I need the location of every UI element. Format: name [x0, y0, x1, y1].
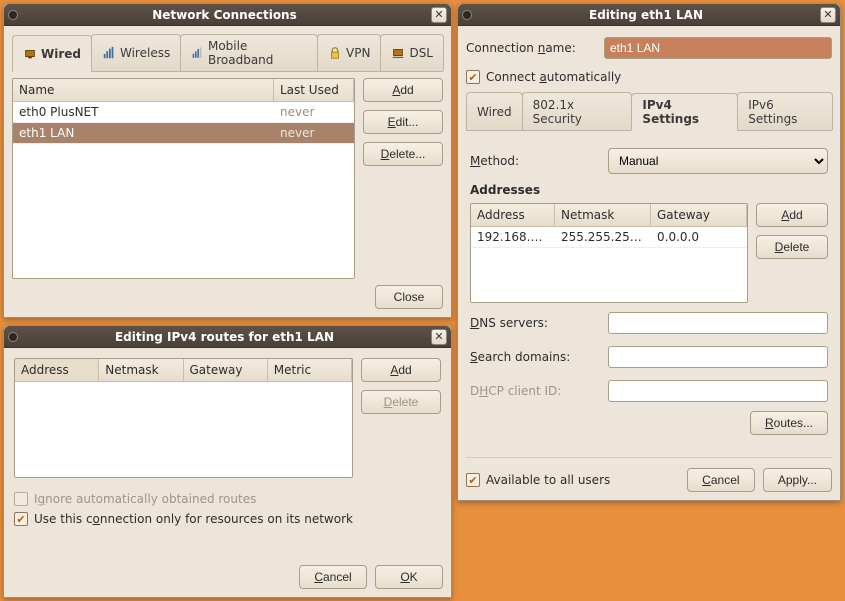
dhcp-client-id-input [608, 380, 828, 402]
row-name: eth0 PlusNET [13, 102, 274, 122]
gateway-cell: 0.0.0.0 [651, 227, 747, 247]
tab-wireless[interactable]: Wireless [91, 34, 181, 71]
routes-ok-button[interactable]: OK [375, 565, 443, 589]
routes-window: Editing IPv4 routes for eth1 LAN ✕ Addre… [3, 325, 452, 598]
col-last-used[interactable]: Last Used [274, 79, 354, 101]
col-netmask[interactable]: Netmask [99, 359, 183, 381]
wired-icon [23, 47, 37, 61]
available-all-label: Available to all users [486, 473, 610, 487]
row-last: never [274, 123, 354, 143]
edit-cancel-button[interactable]: Cancel [687, 468, 755, 492]
search-domains-input[interactable] [608, 346, 828, 368]
only-this-net-label: Use this connection only for resources o… [34, 512, 353, 526]
connection-type-tabs: Wired Wireless Mobile Broadband VPN DSL [12, 34, 443, 72]
mobile-icon [191, 46, 204, 60]
window-menu-icon[interactable] [8, 10, 18, 20]
list-header: Address Netmask Gateway Metric [15, 359, 352, 382]
titlebar[interactable]: Editing IPv4 routes for eth1 LAN ✕ [4, 326, 451, 348]
tab-wired[interactable]: Wired [12, 35, 92, 72]
list-row[interactable]: eth1 LAN never [13, 123, 354, 144]
close-icon[interactable]: ✕ [431, 7, 447, 23]
titlebar[interactable]: Editing eth1 LAN ✕ [458, 4, 840, 26]
network-connections-window: Network Connections ✕ Wired Wireless Mob… [3, 3, 452, 318]
route-delete-button: Delete [361, 390, 441, 414]
dns-label: DNS servers: [470, 316, 600, 330]
tab-wired-label: Wired [41, 47, 81, 61]
tab-wired-settings[interactable]: Wired [466, 92, 523, 130]
address-row[interactable]: 192.168.1.2 255.255.255.0 0.0.0.0 [471, 227, 747, 248]
row-last: never [274, 102, 354, 122]
method-select[interactable]: Manual [608, 148, 828, 174]
list-header: Name Last Used [13, 79, 354, 102]
wireless-icon [102, 46, 116, 60]
col-gateway[interactable]: Gateway [184, 359, 268, 381]
method-label: Method: [470, 154, 600, 168]
tab-dsl[interactable]: DSL [380, 34, 444, 71]
titlebar[interactable]: Network Connections ✕ [4, 4, 451, 26]
col-address[interactable]: Address [15, 359, 99, 381]
tab-vpn[interactable]: VPN [317, 34, 381, 71]
col-gateway[interactable]: Gateway [651, 204, 747, 226]
conn-name-input[interactable] [604, 37, 832, 59]
edit-apply-button[interactable]: Apply... [763, 468, 832, 492]
tab-wireless-label: Wireless [120, 46, 170, 60]
connect-auto-label: Connect automatically [486, 70, 621, 84]
tab-mobile-broadband[interactable]: Mobile Broadband [180, 34, 318, 71]
list-header: Address Netmask Gateway [471, 204, 747, 227]
available-all-checkbox[interactable] [466, 473, 480, 487]
edit-button[interactable]: Edit... [363, 110, 443, 134]
route-add-button[interactable]: Add [361, 358, 441, 382]
col-metric[interactable]: Metric [268, 359, 352, 381]
close-button[interactable]: Close [375, 285, 443, 309]
row-name: eth1 LAN [13, 123, 274, 143]
only-this-net-checkbox[interactable] [14, 512, 28, 526]
netmask-cell: 255.255.255.0 [555, 227, 651, 247]
dsl-icon [391, 46, 405, 60]
dns-input[interactable] [608, 312, 828, 334]
edit-connection-window: Editing eth1 LAN ✕ Connection name: Conn… [457, 3, 841, 501]
settings-tabs: Wired 802.1x Security IPv4 Settings IPv6… [466, 92, 832, 131]
lock-icon [328, 46, 342, 60]
routes-cancel-button[interactable]: Cancel [299, 565, 367, 589]
tab-vpn-label: VPN [346, 46, 370, 60]
window-title: Editing eth1 LAN [472, 8, 820, 22]
ignore-routes-label: Ignore automatically obtained routes [34, 492, 256, 506]
window-menu-icon[interactable] [8, 332, 18, 342]
col-address[interactable]: Address [471, 204, 555, 226]
addr-delete-button[interactable]: Delete [756, 235, 828, 259]
close-icon[interactable]: ✕ [820, 7, 836, 23]
addr-add-button[interactable]: Add [756, 203, 828, 227]
tab-ipv4[interactable]: IPv4 Settings [631, 93, 738, 131]
tab-mobile-label: Mobile Broadband [208, 39, 307, 67]
delete-button[interactable]: Delete... [363, 142, 443, 166]
addresses-list[interactable]: Address Netmask Gateway 192.168.1.2 255.… [470, 203, 748, 303]
connections-list[interactable]: Name Last Used eth0 PlusNET never eth1 L… [12, 78, 355, 279]
search-domains-label: Search domains: [470, 350, 600, 364]
col-name[interactable]: Name [13, 79, 274, 101]
ignore-routes-checkbox [14, 492, 28, 506]
close-icon[interactable]: ✕ [431, 329, 447, 345]
conn-name-label: Connection name: [466, 41, 596, 55]
addresses-label: Addresses [470, 183, 828, 197]
list-row[interactable]: eth0 PlusNET never [13, 102, 354, 123]
col-netmask[interactable]: Netmask [555, 204, 651, 226]
window-title: Editing IPv4 routes for eth1 LAN [18, 330, 431, 344]
tab-8021x[interactable]: 802.1x Security [522, 92, 633, 130]
add-button[interactable]: Add [363, 78, 443, 102]
tab-dsl-label: DSL [409, 46, 433, 60]
window-menu-icon[interactable] [462, 10, 472, 20]
dhcp-client-id-label: DHCP client ID: [470, 384, 600, 398]
routes-button[interactable]: Routes... [750, 411, 828, 435]
connect-auto-checkbox[interactable] [466, 70, 480, 84]
addr-cell: 192.168.1.2 [471, 227, 555, 247]
routes-list[interactable]: Address Netmask Gateway Metric [14, 358, 353, 478]
window-title: Network Connections [18, 8, 431, 22]
tab-ipv6[interactable]: IPv6 Settings [737, 92, 833, 130]
